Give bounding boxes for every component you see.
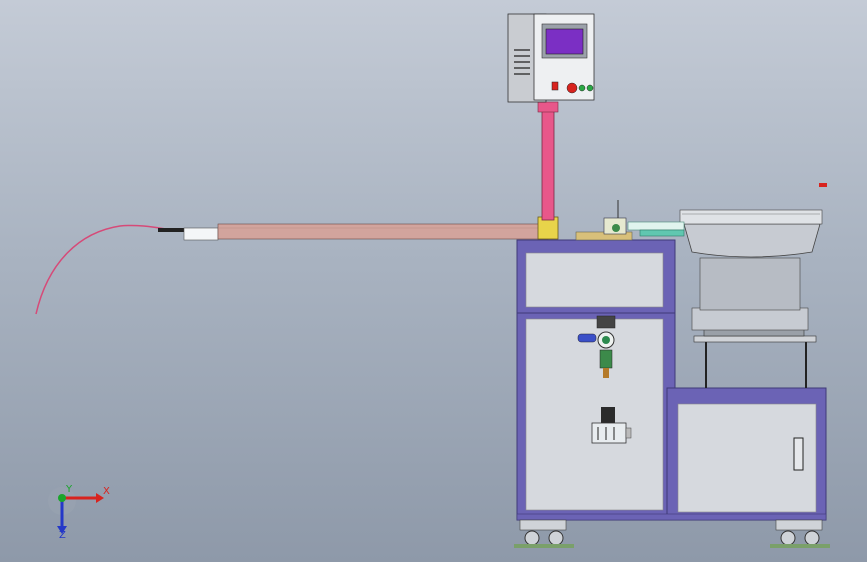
cable-wire — [35, 224, 173, 315]
axis-z-label: Z — [59, 530, 66, 541]
door-handle[interactable] — [793, 437, 804, 471]
indicator-marker — [819, 183, 827, 187]
axis-x-label: X — [103, 486, 110, 497]
start-button[interactable] — [578, 84, 586, 92]
rail-end-cap — [183, 227, 219, 241]
touch-screen[interactable] — [545, 28, 584, 55]
coordinate-triad — [48, 487, 104, 534]
caster-wheel-icon — [770, 519, 830, 548]
emergency-stop-button[interactable] — [566, 82, 578, 94]
feed-rail — [217, 223, 549, 240]
cad-viewport[interactable]: X Y Z — [0, 0, 867, 562]
cabinet-door-panel — [525, 318, 664, 511]
pillar-column — [541, 107, 555, 221]
cabinet-top-panel — [525, 252, 664, 308]
axis-y-label: Y — [66, 484, 73, 495]
machine-model[interactable] — [0, 0, 867, 562]
run-indicator — [586, 84, 594, 92]
cable-tip — [158, 228, 184, 232]
linear-track — [627, 221, 685, 231]
control-panel-icon[interactable] — [507, 13, 595, 103]
caster-wheel-icon — [514, 519, 574, 548]
vibratory-bowl-feeder — [679, 209, 823, 388]
power-switch[interactable] — [551, 81, 559, 91]
cutter-head — [575, 200, 633, 241]
